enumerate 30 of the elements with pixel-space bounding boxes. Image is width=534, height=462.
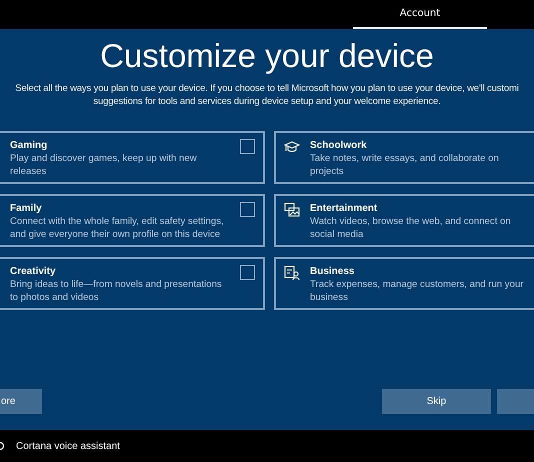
option-card[interactable]: Entertainment Watch videos, browse the web, and connect on social media [274,194,534,247]
pictures-icon [284,202,300,218]
option-title: Entertainment [310,202,378,215]
option-title: Business [310,265,356,278]
option-card[interactable]: Gaming Play and discover games, keep up with new releases [0,131,265,184]
graduation-cap-icon [284,139,300,155]
checkbox[interactable] [240,202,255,217]
checkbox[interactable] [240,139,255,154]
option-card[interactable]: Business Track expenses, manage customers, and run your business [274,257,534,310]
option-title: Schoolwork [310,139,368,152]
option-title: Gaming [10,139,48,152]
option-description: Connect with the whole family, edit safety settings, and give everyone their own profile on this device [10,215,225,241]
option-description: Take notes, write essays, and collaborate on projects [310,152,500,178]
checkbox[interactable] [240,265,255,280]
option-description: Watch videos, browse the web, and connect on social media [310,215,512,241]
page-title: Customize your device [100,37,434,75]
option-card[interactable]: Schoolwork Take notes, write essays, and collaborate on projects [274,131,534,184]
description-text: suggestions for tools and services during device setup and your welcome experience. [93,95,441,108]
option-title: Family [10,202,43,215]
option-description: Play and discover games, keep up with new releases [10,152,198,178]
skip-button[interactable]: Skip [382,389,491,414]
option-description: Track expenses, manage customers, and run your business [310,278,524,304]
option-description: Bring ideas to life—from novels and presentations to photos and videos [10,278,223,304]
footer-label: Cortana voice assistant [16,440,120,452]
id-card-icon [284,265,300,281]
option-card[interactable]: Family Connect with the whole family, edit safety settings, and give everyone their own profile on this device [0,194,265,247]
more-button[interactable]: ore [0,389,42,414]
option-title: Creativity [10,265,57,278]
option-card[interactable]: Creativity Bring ideas to life—from novels and presentations to photos and videos [0,257,265,310]
description-text: Select all the ways you plan to use your device. If you choose to tell Microsoft how you plan to use your device, we'll customi [15,82,519,95]
